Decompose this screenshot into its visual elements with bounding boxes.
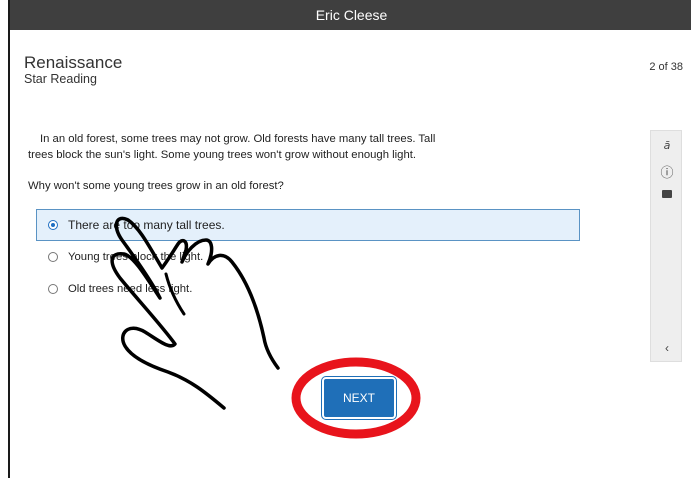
question-progress: 2 of 38 — [649, 61, 683, 73]
accessibility-icon[interactable]: ⓘ — [651, 162, 683, 181]
translate-icon[interactable]: ā — [651, 139, 683, 152]
reading-passage: In an old forest, some trees may not gro… — [28, 131, 498, 163]
answer-option-3[interactable]: Old trees need less light. — [36, 273, 580, 305]
assessment-window: Eric Cleese Renaissance Star Reading 2 o… — [8, 0, 691, 478]
radio-selected-icon[interactable] — [48, 220, 58, 230]
tools-sidebar: ā ⓘ ‹ — [650, 130, 682, 362]
question-text: Why won't some young trees grow in an ol… — [28, 180, 284, 192]
answer-options: There are too many tall trees. Young tre… — [36, 209, 580, 305]
answer-option-2[interactable]: Young trees block the light. — [36, 241, 580, 273]
line-mask-icon[interactable] — [651, 189, 683, 201]
answer-option-1[interactable]: There are too many tall trees. — [36, 209, 580, 241]
title-bar: Eric Cleese — [10, 0, 691, 30]
answer-label: Young trees block the light. — [68, 251, 204, 263]
answer-label: There are too many tall trees. — [68, 218, 225, 232]
next-button[interactable]: NEXT — [321, 376, 397, 420]
answer-label: Old trees need less light. — [68, 283, 193, 295]
radio-icon[interactable] — [48, 252, 58, 262]
student-name: Eric Cleese — [315, 7, 388, 23]
product-name: Star Reading — [24, 72, 97, 86]
passage-line-1: In an old forest, some trees may not gro… — [40, 133, 436, 145]
chevron-left-icon[interactable]: ‹ — [651, 341, 683, 355]
brand-name: Renaissance — [24, 53, 123, 72]
radio-icon[interactable] — [48, 284, 58, 294]
passage-line-2: trees block the sun's light. Some young … — [28, 149, 416, 161]
